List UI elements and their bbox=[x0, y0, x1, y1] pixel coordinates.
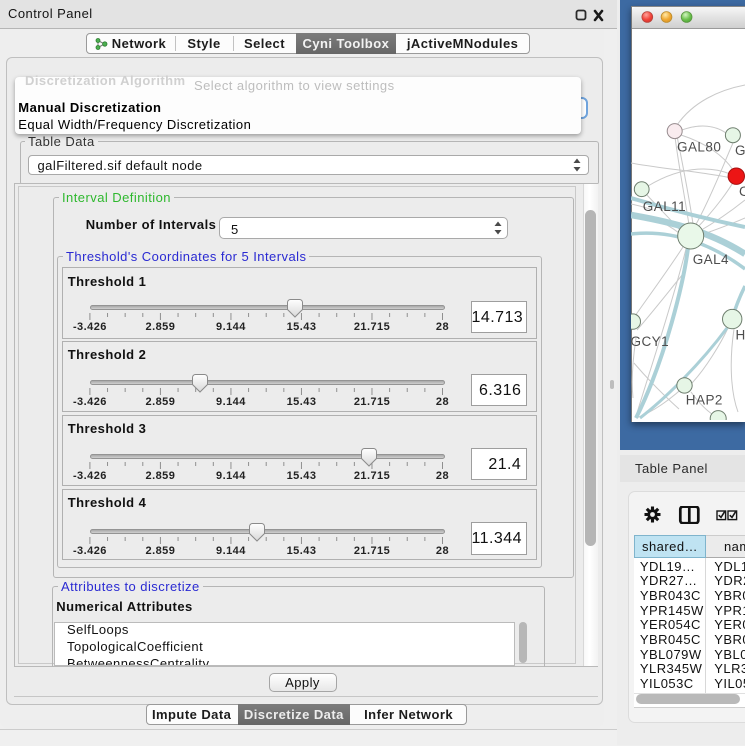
svg-text:GAL4: GAL4 bbox=[693, 252, 729, 267]
svg-text:H: H bbox=[736, 328, 745, 343]
svg-text:GA: GA bbox=[735, 143, 745, 158]
svg-text:GAL11: GAL11 bbox=[643, 199, 686, 214]
svg-text:HAP2: HAP2 bbox=[686, 393, 723, 408]
svg-text:C: C bbox=[739, 184, 745, 199]
svg-text:GAL80: GAL80 bbox=[677, 140, 721, 155]
svg-text:GCY1: GCY1 bbox=[631, 334, 669, 349]
